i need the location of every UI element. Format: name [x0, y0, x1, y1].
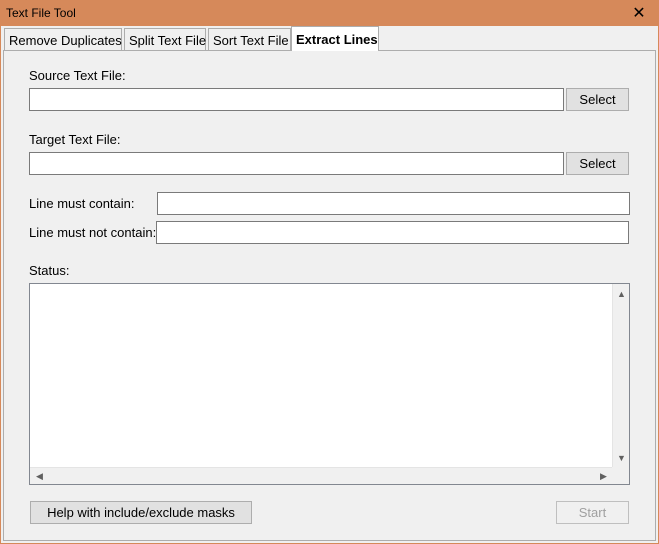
close-button[interactable]: ✕	[624, 2, 654, 24]
tab-label: Sort Text File	[213, 33, 289, 48]
app-window: Text File Tool ✕ Remove Duplicates Split…	[0, 0, 659, 544]
start-button[interactable]: Start	[556, 501, 629, 524]
window-title: Text File Tool	[6, 6, 76, 20]
tab-label: Split Text File	[129, 33, 207, 48]
title-bar[interactable]: Text File Tool ✕	[0, 0, 659, 26]
tab-label: Extract Lines	[296, 32, 378, 47]
status-textarea[interactable]: ▲ ▼ ◀ ▶	[29, 283, 630, 485]
scrollbar-corner	[612, 467, 629, 484]
tab-remove-duplicates[interactable]: Remove Duplicates	[4, 28, 122, 50]
must-contain-label: Line must contain:	[29, 196, 135, 211]
horizontal-scrollbar[interactable]: ◀ ▶	[30, 467, 613, 484]
must-not-contain-input[interactable]	[156, 221, 629, 244]
tab-split-text-file[interactable]: Split Text File	[124, 28, 206, 50]
client-area: Remove Duplicates Split Text File Sort T…	[1, 26, 658, 543]
tab-sort-text-file[interactable]: Sort Text File	[208, 28, 291, 50]
target-select-button[interactable]: Select	[566, 152, 629, 175]
tab-label: Remove Duplicates	[9, 33, 122, 48]
target-file-label: Target Text File:	[29, 132, 121, 147]
scroll-up-icon[interactable]: ▲	[613, 285, 630, 302]
source-select-button[interactable]: Select	[566, 88, 629, 111]
must-not-contain-label: Line must not contain:	[29, 225, 157, 240]
vertical-scrollbar[interactable]: ▲ ▼	[612, 284, 629, 467]
must-contain-input[interactable]	[157, 192, 630, 215]
status-label: Status:	[29, 263, 70, 278]
source-file-label: Source Text File:	[29, 68, 126, 83]
tab-extract-lines[interactable]: Extract Lines	[291, 26, 379, 51]
extract-lines-panel: Source Text File: Select Target Text Fil…	[3, 50, 656, 541]
close-icon: ✕	[632, 5, 646, 22]
help-masks-button[interactable]: Help with include/exclude masks	[30, 501, 252, 524]
scroll-right-icon[interactable]: ▶	[595, 468, 612, 485]
scroll-left-icon[interactable]: ◀	[31, 468, 48, 485]
source-file-input[interactable]	[29, 88, 564, 111]
scroll-down-icon[interactable]: ▼	[613, 449, 630, 466]
target-file-input[interactable]	[29, 152, 564, 175]
